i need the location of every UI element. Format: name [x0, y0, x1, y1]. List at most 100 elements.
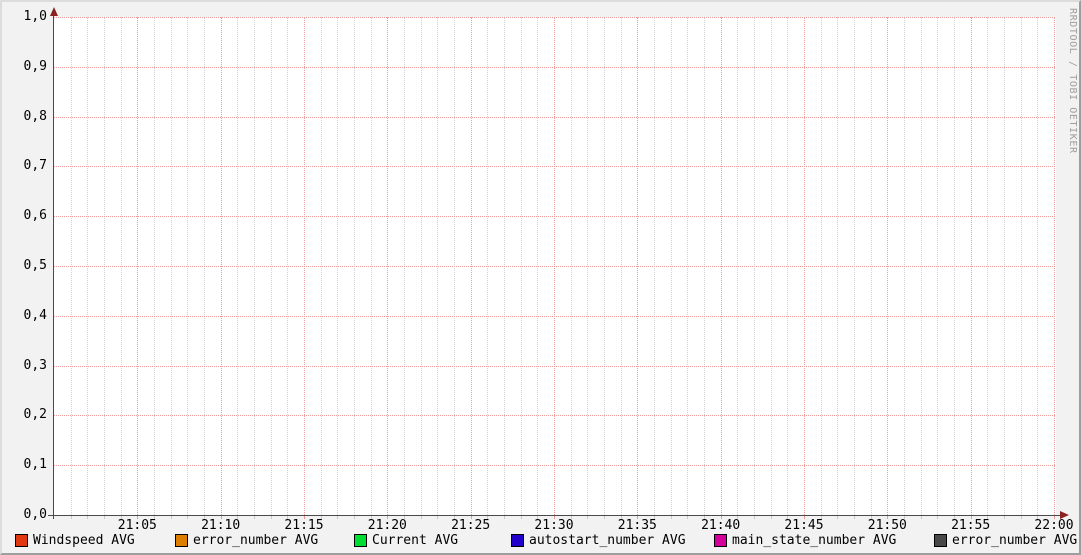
y-axis	[53, 15, 54, 519]
y-tick-label: 0,8	[23, 108, 47, 124]
y-tick-label: 0,3	[23, 357, 47, 373]
x-axis-tick	[654, 516, 655, 519]
legend-item: error_number AVG	[175, 532, 318, 549]
legend-item: autostart_number AVG	[511, 532, 686, 549]
x-tick-label: 21:55	[951, 518, 991, 533]
x-axis-tick	[320, 516, 322, 519]
x-axis-tick	[870, 516, 872, 519]
y-tick-label: 0,0	[23, 507, 47, 522]
y-tick-label: 0,7	[23, 158, 47, 174]
x-axis-tick	[854, 516, 855, 519]
x-axis-tick	[204, 516, 205, 519]
y-tick-label: 0,5	[23, 258, 47, 273]
x-axis-tick	[554, 516, 555, 519]
x-axis-tick	[954, 516, 955, 519]
x-axis-tick	[737, 516, 739, 519]
x-tick-label: 21:15	[284, 518, 324, 533]
gridline-horizontal	[54, 266, 1055, 267]
x-axis-tick	[104, 516, 105, 519]
x-axis-tick	[1004, 516, 1005, 519]
gridline-horizontal	[54, 365, 1055, 367]
legend-swatch-icon	[175, 534, 188, 547]
gridline-horizontal	[54, 116, 1055, 118]
x-axis-tick	[120, 516, 122, 519]
legend-label: Windspeed AVG	[33, 533, 135, 548]
x-axis-tick	[254, 516, 255, 519]
x-axis-tick	[420, 516, 422, 519]
x-axis-tick	[570, 516, 572, 519]
x-axis-tick	[1054, 516, 1055, 519]
x-tick-label: 21:40	[701, 518, 741, 533]
rrdtool-watermark: RRDTOOL / TOBI OETIKER	[1067, 8, 1078, 154]
y-tick-label: 0,6	[23, 208, 47, 224]
legend-item: error_number AVG	[934, 532, 1077, 549]
legend-swatch-icon	[714, 534, 727, 547]
x-axis-tick	[820, 516, 822, 519]
x-tick-label: 21:20	[367, 518, 407, 533]
gridline-horizontal	[54, 465, 1055, 467]
x-tick-label: 22:00	[1034, 518, 1074, 533]
x-axis-tick	[1037, 516, 1039, 519]
x-axis-tick	[687, 516, 689, 519]
x-axis-tick	[370, 516, 372, 519]
x-axis-tick	[987, 516, 989, 519]
x-axis-tick	[620, 516, 622, 519]
rrdtool-graph: 1,0 0,9 0,8 0,7 0,6 0,5 0,4 0,3 0,2 0,1 0,0 21:05 2…	[0, 0, 1081, 555]
gridline-horizontal	[54, 66, 1055, 68]
x-axis-tick	[520, 516, 522, 519]
x-axis-tick	[304, 516, 305, 519]
x-axis-tick	[837, 516, 839, 519]
legend-label: autostart_number AVG	[529, 533, 686, 548]
x-axis-tick	[904, 516, 905, 519]
x-axis-tick	[237, 516, 239, 519]
legend-item: Current AVG	[354, 532, 458, 549]
x-axis-tick	[970, 516, 972, 519]
x-axis-tick	[587, 516, 589, 519]
x-axis-tick	[537, 516, 539, 519]
x-tick-label: 21:45	[784, 518, 824, 533]
x-axis-tick	[1020, 516, 1022, 519]
gridline-horizontal	[54, 216, 1055, 218]
x-axis-tick	[87, 516, 89, 519]
x-axis-tick	[720, 516, 722, 519]
x-axis-tick	[220, 516, 222, 519]
x-axis-tick	[770, 516, 772, 519]
x-axis-tick	[670, 516, 672, 519]
x-tick-label: 21:10	[201, 518, 241, 533]
legend-swatch-icon	[15, 534, 28, 547]
x-axis-tick	[470, 516, 472, 519]
x-axis-tick	[387, 516, 389, 519]
x-axis-tick	[704, 516, 705, 519]
x-tick-label: 21:25	[451, 518, 491, 533]
y-tick-label: 1,0	[23, 9, 47, 24]
legend-label: error_number AVG	[193, 533, 319, 548]
x-axis-tick	[487, 516, 489, 519]
x-axis-tick	[287, 516, 289, 519]
x-axis-tick	[887, 516, 889, 519]
y-tick-label: 0,2	[23, 407, 47, 423]
x-axis-tick	[270, 516, 272, 519]
x-axis-tick	[437, 516, 439, 519]
x-axis	[48, 515, 1066, 516]
x-tick-label: 21:50	[867, 518, 907, 533]
x-axis-tick	[154, 516, 155, 519]
y-tick-label: 0,1	[23, 457, 47, 473]
gridline-horizontal	[54, 17, 1055, 18]
x-axis-tick	[604, 516, 605, 519]
y-tick-label: 0,4	[23, 307, 47, 323]
x-axis-tick	[70, 516, 72, 519]
legend-swatch-icon	[511, 534, 524, 547]
x-tick-label: 21:30	[534, 518, 574, 533]
y-axis-arrow-icon	[50, 7, 58, 16]
x-axis-tick	[754, 516, 755, 519]
legend-swatch-icon	[354, 534, 367, 547]
x-axis-tick	[504, 516, 505, 519]
x-axis-tick	[787, 516, 789, 519]
x-axis-tick	[637, 516, 639, 519]
legend-label: error_number AVG	[952, 533, 1078, 548]
x-axis-tick	[187, 516, 189, 519]
gridline-horizontal	[54, 166, 1055, 168]
legend-item: main_state_number AVG	[714, 532, 896, 549]
legend-label: main_state_number AVG	[732, 533, 897, 548]
legend-swatch-icon	[934, 534, 947, 547]
